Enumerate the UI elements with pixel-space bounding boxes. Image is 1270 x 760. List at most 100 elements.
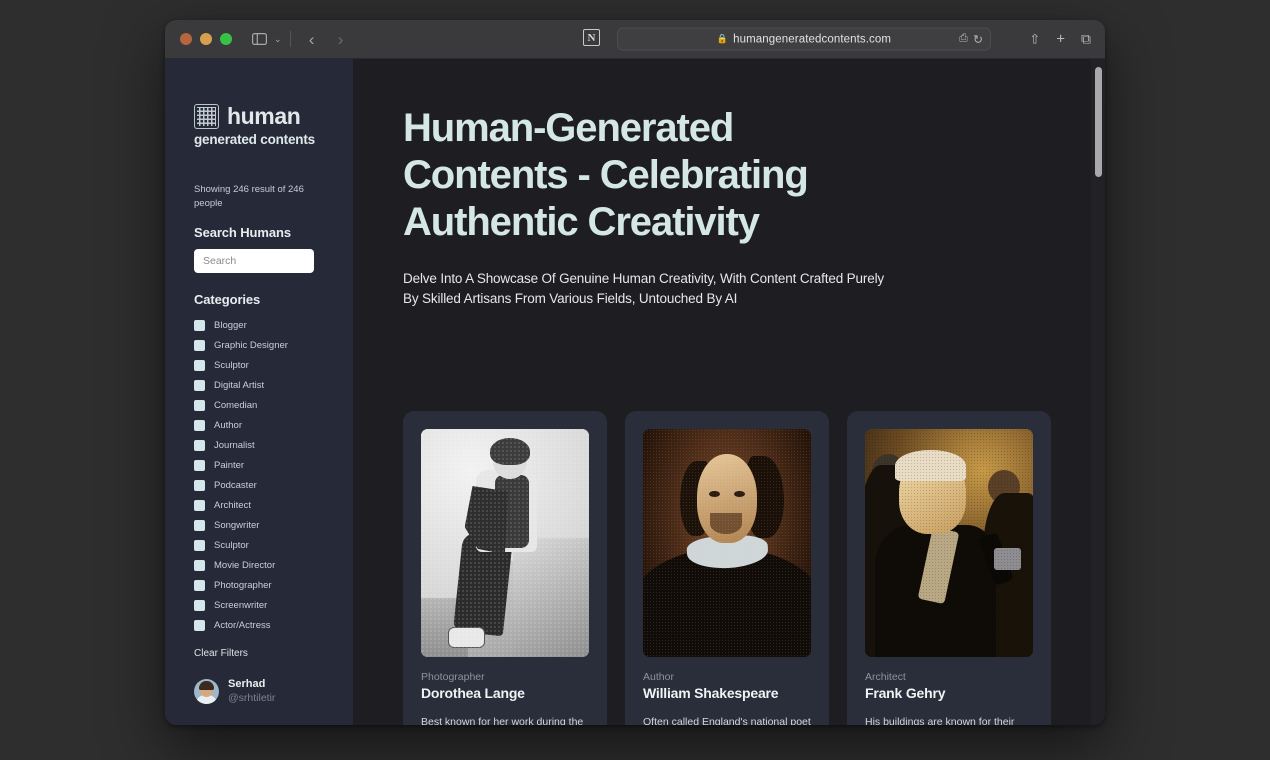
category-item-comedian[interactable]: Comedian [194, 396, 353, 416]
person-role: Photographer [421, 671, 485, 683]
page-title: Human-Generated Contents - Celebrating A… [403, 106, 809, 245]
sidebar-toggle-icon[interactable] [246, 27, 272, 51]
checkbox[interactable] [194, 620, 205, 632]
category-label: Podcaster [214, 480, 257, 492]
frank-gehry-photo [865, 429, 1033, 657]
category-label: Actor/Actress [214, 620, 271, 632]
user-handle: @srhtiletir [228, 692, 276, 705]
category-label: Sculptor [214, 360, 249, 372]
page-content: human generated contents Showing 246 res… [165, 59, 1105, 725]
category-item-actor-actress[interactable]: Actor/Actress [194, 616, 353, 636]
clear-filters-button[interactable]: Clear Filters [194, 648, 353, 659]
person-card-grid: Photographer Dorothea Lange Best known f… [403, 411, 1051, 725]
search-input[interactable] [194, 248, 314, 273]
scrollbar-thumb[interactable] [1095, 67, 1102, 177]
category-label: Songwriter [214, 520, 260, 532]
page-scrollbar[interactable] [1091, 59, 1105, 725]
category-item-blogger[interactable]: Blogger [194, 316, 353, 336]
person-role: Author [643, 671, 674, 683]
categories-heading: Categories [194, 291, 261, 307]
category-label: Author [214, 420, 242, 432]
category-label: Digital Artist [214, 380, 265, 392]
category-item-sculptor-2[interactable]: Sculptor [194, 536, 353, 556]
address-bar[interactable]: 🔒 humangeneratedcontents.com ⎙ ↻ [617, 27, 991, 51]
category-label: Blogger [214, 320, 247, 332]
category-label: Comedian [214, 400, 258, 412]
checkbox[interactable] [194, 540, 205, 552]
page-subtitle: Delve Into A Showcase Of Genuine Human C… [403, 270, 885, 307]
category-item-sculptor[interactable]: Sculptor [194, 356, 353, 376]
category-item-painter[interactable]: Painter [194, 456, 353, 476]
checkbox[interactable] [194, 480, 205, 492]
share-icon[interactable]: ⇧ [1029, 31, 1040, 47]
person-name: Frank Gehry [865, 685, 946, 701]
brand-logo[interactable]: human [194, 103, 353, 130]
lock-icon: 🔒 [716, 33, 729, 44]
back-button[interactable]: ‹ [299, 27, 325, 51]
person-description: Often called England's national poet [643, 716, 811, 725]
category-label: Graphic Designer [214, 340, 288, 352]
category-item-author[interactable]: Author [194, 416, 353, 436]
category-item-journalist[interactable]: Journalist [194, 436, 353, 456]
checkbox[interactable] [194, 580, 205, 592]
site-favicon: N [583, 29, 603, 49]
extensions-icon[interactable]: ⎙ [959, 33, 968, 46]
checkbox[interactable] [194, 560, 205, 572]
forward-button[interactable]: › [328, 27, 354, 51]
checkbox[interactable] [194, 500, 205, 512]
category-item-architect[interactable]: Architect [194, 496, 353, 516]
minimize-window-button[interactable] [200, 33, 212, 45]
toolbar-left-controls: ⌄ ‹ › [246, 27, 354, 51]
category-item-digital-artist[interactable]: Digital Artist [194, 376, 353, 396]
sidebar: human generated contents Showing 246 res… [165, 59, 353, 725]
category-label: Journalist [214, 440, 255, 452]
reload-icon[interactable]: ↻ [973, 32, 983, 46]
maximize-window-button[interactable] [220, 33, 232, 45]
category-label: Screenwriter [214, 600, 268, 612]
toolbar-divider [289, 31, 291, 47]
chevron-down-icon[interactable]: ⌄ [274, 34, 282, 45]
checkbox[interactable] [194, 440, 205, 452]
person-name: Dorothea Lange [421, 685, 525, 701]
user-profile[interactable]: Serhad @srhtiletir [194, 677, 353, 706]
checkbox[interactable] [194, 380, 205, 392]
checkbox[interactable] [194, 320, 205, 332]
main-content: Human-Generated Contents - Celebrating A… [353, 59, 1105, 725]
category-label: Movie Director [214, 560, 276, 572]
category-item-screenwriter[interactable]: Screenwriter [194, 596, 353, 616]
william-shakespeare-portrait [643, 429, 811, 657]
category-item-movie-director[interactable]: Movie Director [194, 556, 353, 576]
checkbox[interactable] [194, 400, 205, 412]
search-heading: Search Humans [194, 224, 291, 240]
category-item-photographer[interactable]: Photographer [194, 576, 353, 596]
new-tab-icon[interactable]: + [1056, 31, 1065, 48]
checkbox[interactable] [194, 600, 205, 612]
tab-overview-icon[interactable]: ⧉ [1081, 31, 1091, 48]
address-bar-actions: ⎙ ↻ [959, 32, 983, 46]
close-window-button[interactable] [180, 33, 192, 45]
person-description: His buildings are known for their striki… [865, 716, 1015, 725]
category-item-graphic-designer[interactable]: Graphic Designer [194, 336, 353, 356]
category-item-songwriter[interactable]: Songwriter [194, 516, 353, 536]
dorothea-lange-photo [421, 429, 589, 657]
browser-window: ⌄ ‹ › N 🔒 humangeneratedcontents.com ⎙ ↻… [165, 20, 1105, 725]
results-count: Showing 246 result of 246 people [194, 184, 304, 209]
toolbar-right-controls: ⇧ + ⧉ [1029, 31, 1091, 48]
user-name: Serhad [228, 677, 266, 690]
checkbox[interactable] [194, 360, 205, 372]
checkbox[interactable] [194, 520, 205, 532]
categories-list: Blogger Graphic Designer Sculptor Digita… [194, 316, 353, 636]
browser-toolbar: ⌄ ‹ › N 🔒 humangeneratedcontents.com ⎙ ↻… [165, 20, 1105, 59]
traffic-lights [180, 33, 232, 45]
person-card[interactable]: Architect Frank Gehry His buildings are … [847, 411, 1051, 725]
person-name: William Shakespeare [643, 685, 779, 701]
category-label: Architect [214, 500, 251, 512]
avatar [194, 678, 219, 704]
checkbox[interactable] [194, 420, 205, 432]
pixel-grid-logo-icon [194, 104, 219, 129]
checkbox[interactable] [194, 340, 205, 352]
category-item-podcaster[interactable]: Podcaster [194, 476, 353, 496]
checkbox[interactable] [194, 460, 205, 472]
person-card[interactable]: Photographer Dorothea Lange Best known f… [403, 411, 607, 725]
person-card[interactable]: Author William Shakespeare Often called … [625, 411, 829, 725]
